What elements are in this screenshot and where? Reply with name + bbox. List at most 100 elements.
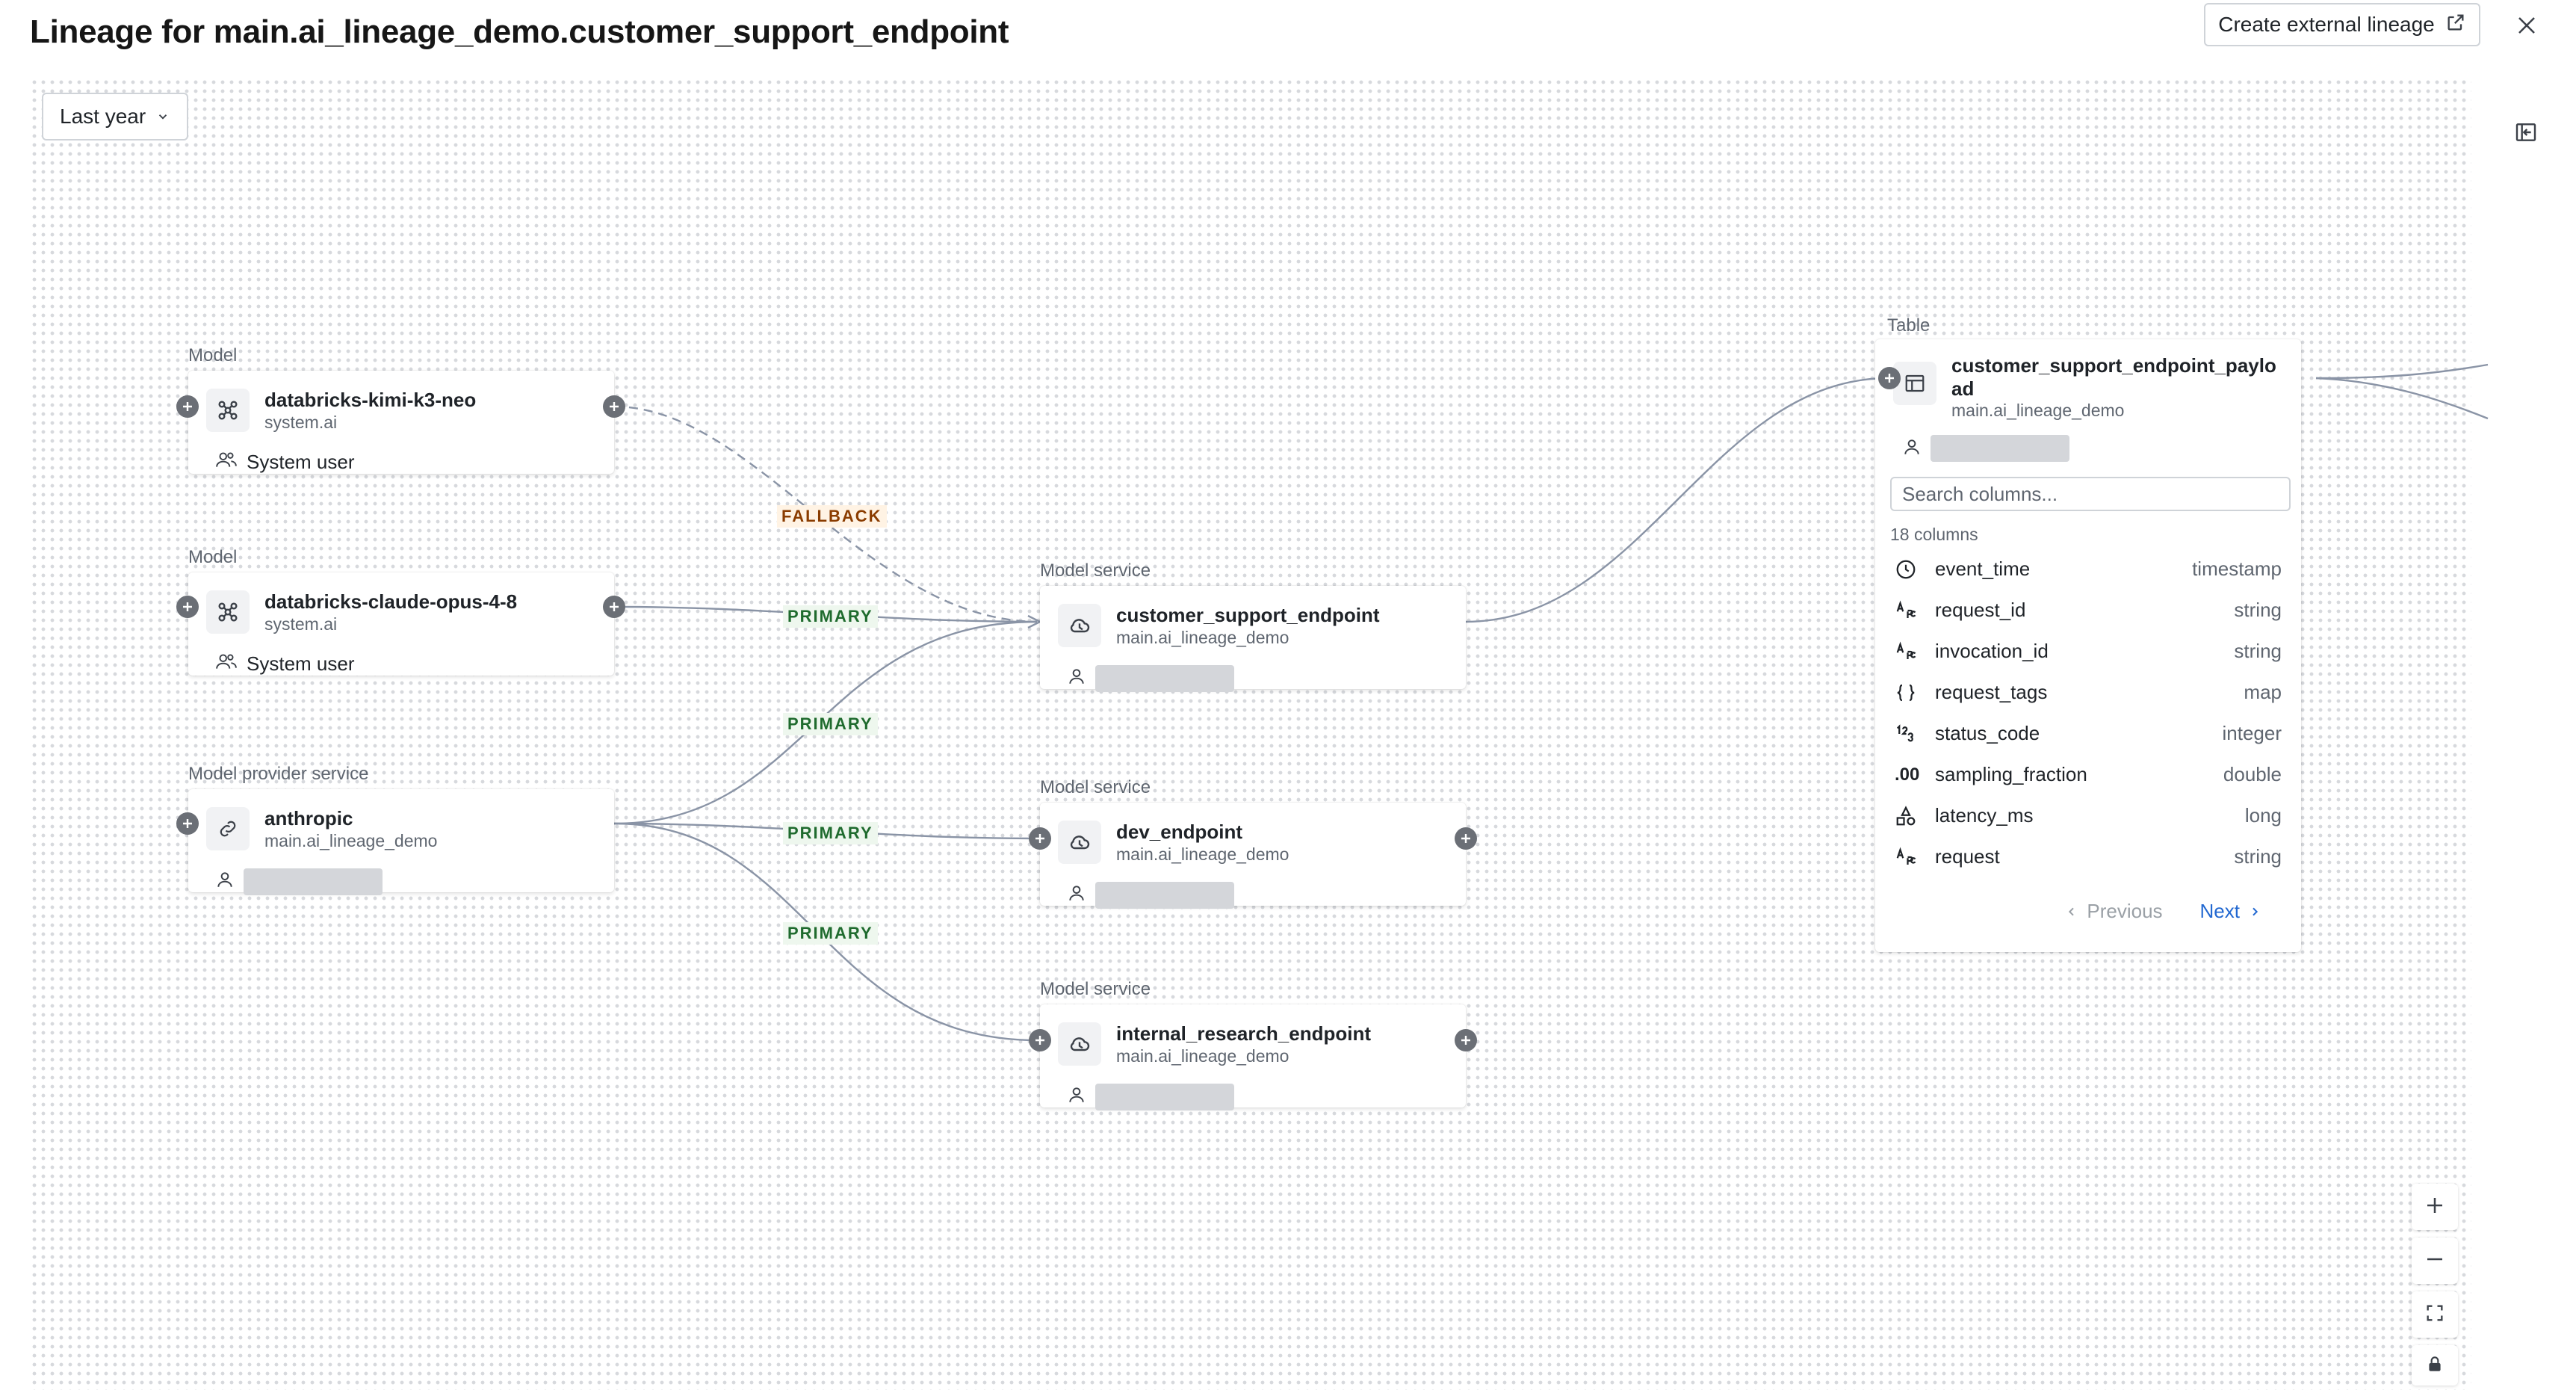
edge-label-primary-claude: PRIMARY — [783, 605, 878, 628]
column-row[interactable]: .00 sampling_fraction double — [1890, 754, 2291, 795]
edge-label-primary-anthropic-dev: PRIMARY — [783, 822, 878, 844]
user-icon — [1067, 883, 1086, 908]
string-type-icon — [1890, 846, 1935, 868]
node-type-label: Table — [1887, 315, 1931, 336]
double-type-icon: .00 — [1895, 764, 1920, 785]
fit-view-button[interactable] — [2412, 1291, 2458, 1338]
owner-name: System user — [247, 451, 355, 473]
redacted-owner — [1095, 882, 1234, 909]
column-search-input[interactable] — [1890, 477, 2291, 511]
node-type-label: Model service — [1040, 560, 1151, 581]
node-schema: system.ai — [264, 413, 338, 432]
table-schema: main.ai_lineage_demo — [1951, 401, 2125, 420]
column-type: integer — [2222, 722, 2282, 744]
node-dev-endpoint[interactable]: dev_endpoint main.ai_lineage_demo — [1040, 803, 1466, 909]
redacted-owner — [244, 868, 383, 895]
column-row[interactable]: request_tags map — [1890, 672, 2291, 713]
node-type-label: Model provider service — [188, 764, 369, 784]
chevron-left-icon — [2066, 900, 2078, 923]
node-anthropic[interactable]: anthropic main.ai_lineage_demo — [188, 789, 614, 895]
node-databricks-kimi-k3-neo[interactable]: databricks-kimi-k3-neo system.ai System … — [188, 371, 614, 474]
node-databricks-claude-opus-4-8[interactable]: databricks-claude-opus-4-8 system.ai Sys… — [188, 572, 614, 676]
table-owner — [1902, 435, 2069, 462]
node-customer-support-endpoint-payload[interactable]: customer_support_endpoint_payload main.a… — [1875, 339, 2301, 952]
column-row[interactable]: status_code integer — [1890, 713, 2291, 754]
expand-upstream-button[interactable] — [176, 596, 199, 618]
column-type: string — [2234, 599, 2282, 621]
column-row[interactable]: request string — [1890, 836, 2291, 877]
redacted-owner — [1095, 665, 1234, 692]
zoom-out-button[interactable] — [2412, 1238, 2458, 1284]
column-list: event_time timestamp request_id string i… — [1890, 549, 2291, 877]
column-row[interactable]: event_time timestamp — [1890, 549, 2291, 590]
node-name[interactable]: anthropic — [264, 807, 353, 830]
node-type-label: Model — [188, 547, 238, 567]
model-icon — [206, 590, 250, 634]
node-name[interactable]: databricks-kimi-k3-neo — [264, 389, 476, 412]
redacted-owner — [1931, 435, 2069, 462]
node-owner — [215, 868, 383, 895]
expand-upstream-button[interactable] — [1878, 367, 1901, 389]
expand-upstream-button[interactable] — [176, 395, 199, 418]
external-link-icon — [2445, 12, 2466, 38]
node-name[interactable]: internal_research_endpoint — [1116, 1022, 1371, 1045]
user-icon — [215, 870, 235, 895]
users-icon — [215, 450, 238, 475]
expand-upstream-button[interactable] — [1029, 1029, 1051, 1051]
node-name[interactable]: dev_endpoint — [1116, 821, 1242, 844]
node-internal-research-endpoint[interactable]: internal_research_endpoint main.ai_linea… — [1040, 1004, 1466, 1111]
column-name: invocation_id — [1935, 640, 2049, 662]
expand-upstream-button[interactable] — [176, 812, 199, 835]
column-type: string — [2234, 640, 2282, 662]
time-range-select[interactable]: Last year — [42, 93, 188, 140]
user-icon — [1067, 667, 1086, 691]
node-type-label: Model service — [1040, 777, 1151, 797]
column-name: status_code — [1935, 722, 2040, 744]
previous-page-button[interactable]: Previous — [2066, 900, 2163, 923]
expand-downstream-button[interactable] — [1455, 1029, 1477, 1051]
table-name[interactable]: customer_support_endpoint_payload — [1951, 354, 2280, 401]
column-row[interactable]: invocation_id string — [1890, 631, 2291, 672]
node-name[interactable]: customer_support_endpoint — [1116, 604, 1379, 627]
node-customer-support-endpoint[interactable]: customer_support_endpoint main.ai_lineag… — [1040, 586, 1466, 692]
node-name[interactable]: databricks-claude-opus-4-8 — [264, 590, 517, 614]
long-type-icon — [1890, 805, 1935, 827]
user-icon — [1067, 1085, 1086, 1110]
node-type-label: Model service — [1040, 979, 1151, 999]
column-row[interactable]: request_id string — [1890, 590, 2291, 631]
column-type: long — [2244, 804, 2282, 827]
create-external-lineage-label: Create external lineage — [2218, 13, 2435, 36]
model-icon — [206, 389, 250, 432]
string-type-icon — [1890, 599, 1935, 622]
expand-upstream-button[interactable] — [1029, 827, 1051, 850]
column-row[interactable]: latency_ms long — [1890, 795, 2291, 836]
column-name: request — [1935, 845, 2000, 868]
node-owner — [1067, 1084, 1234, 1111]
close-icon[interactable] — [2512, 10, 2542, 40]
users-icon — [215, 652, 238, 676]
zoom-in-button[interactable] — [2412, 1184, 2458, 1230]
lock-view-button[interactable] — [2412, 1345, 2458, 1386]
column-name: sampling_fraction — [1935, 763, 2087, 785]
next-label: Next — [2199, 900, 2240, 922]
expand-downstream-button[interactable] — [1455, 827, 1477, 850]
link-icon — [206, 807, 250, 850]
panel-toggle-icon[interactable] — [2513, 120, 2539, 145]
chevron-right-icon — [2249, 900, 2261, 923]
column-type: double — [2223, 763, 2282, 785]
node-schema: system.ai — [264, 614, 338, 634]
node-type-label: Model — [188, 345, 238, 365]
table-icon — [1893, 362, 1936, 405]
create-external-lineage-button[interactable]: Create external lineage — [2204, 3, 2480, 46]
node-schema: main.ai_lineage_demo — [1116, 844, 1289, 864]
expand-downstream-button[interactable] — [603, 596, 625, 618]
node-schema: main.ai_lineage_demo — [1116, 1046, 1289, 1066]
time-range-value: Last year — [60, 105, 146, 128]
column-name: event_time — [1935, 557, 2031, 580]
owner-name: System user — [247, 652, 355, 675]
plus-icon — [2424, 1194, 2446, 1220]
next-page-button[interactable]: Next — [2200, 900, 2261, 923]
expand-downstream-button[interactable] — [603, 395, 625, 418]
column-name: request_tags — [1935, 681, 2048, 703]
node-schema: main.ai_lineage_demo — [264, 831, 438, 850]
